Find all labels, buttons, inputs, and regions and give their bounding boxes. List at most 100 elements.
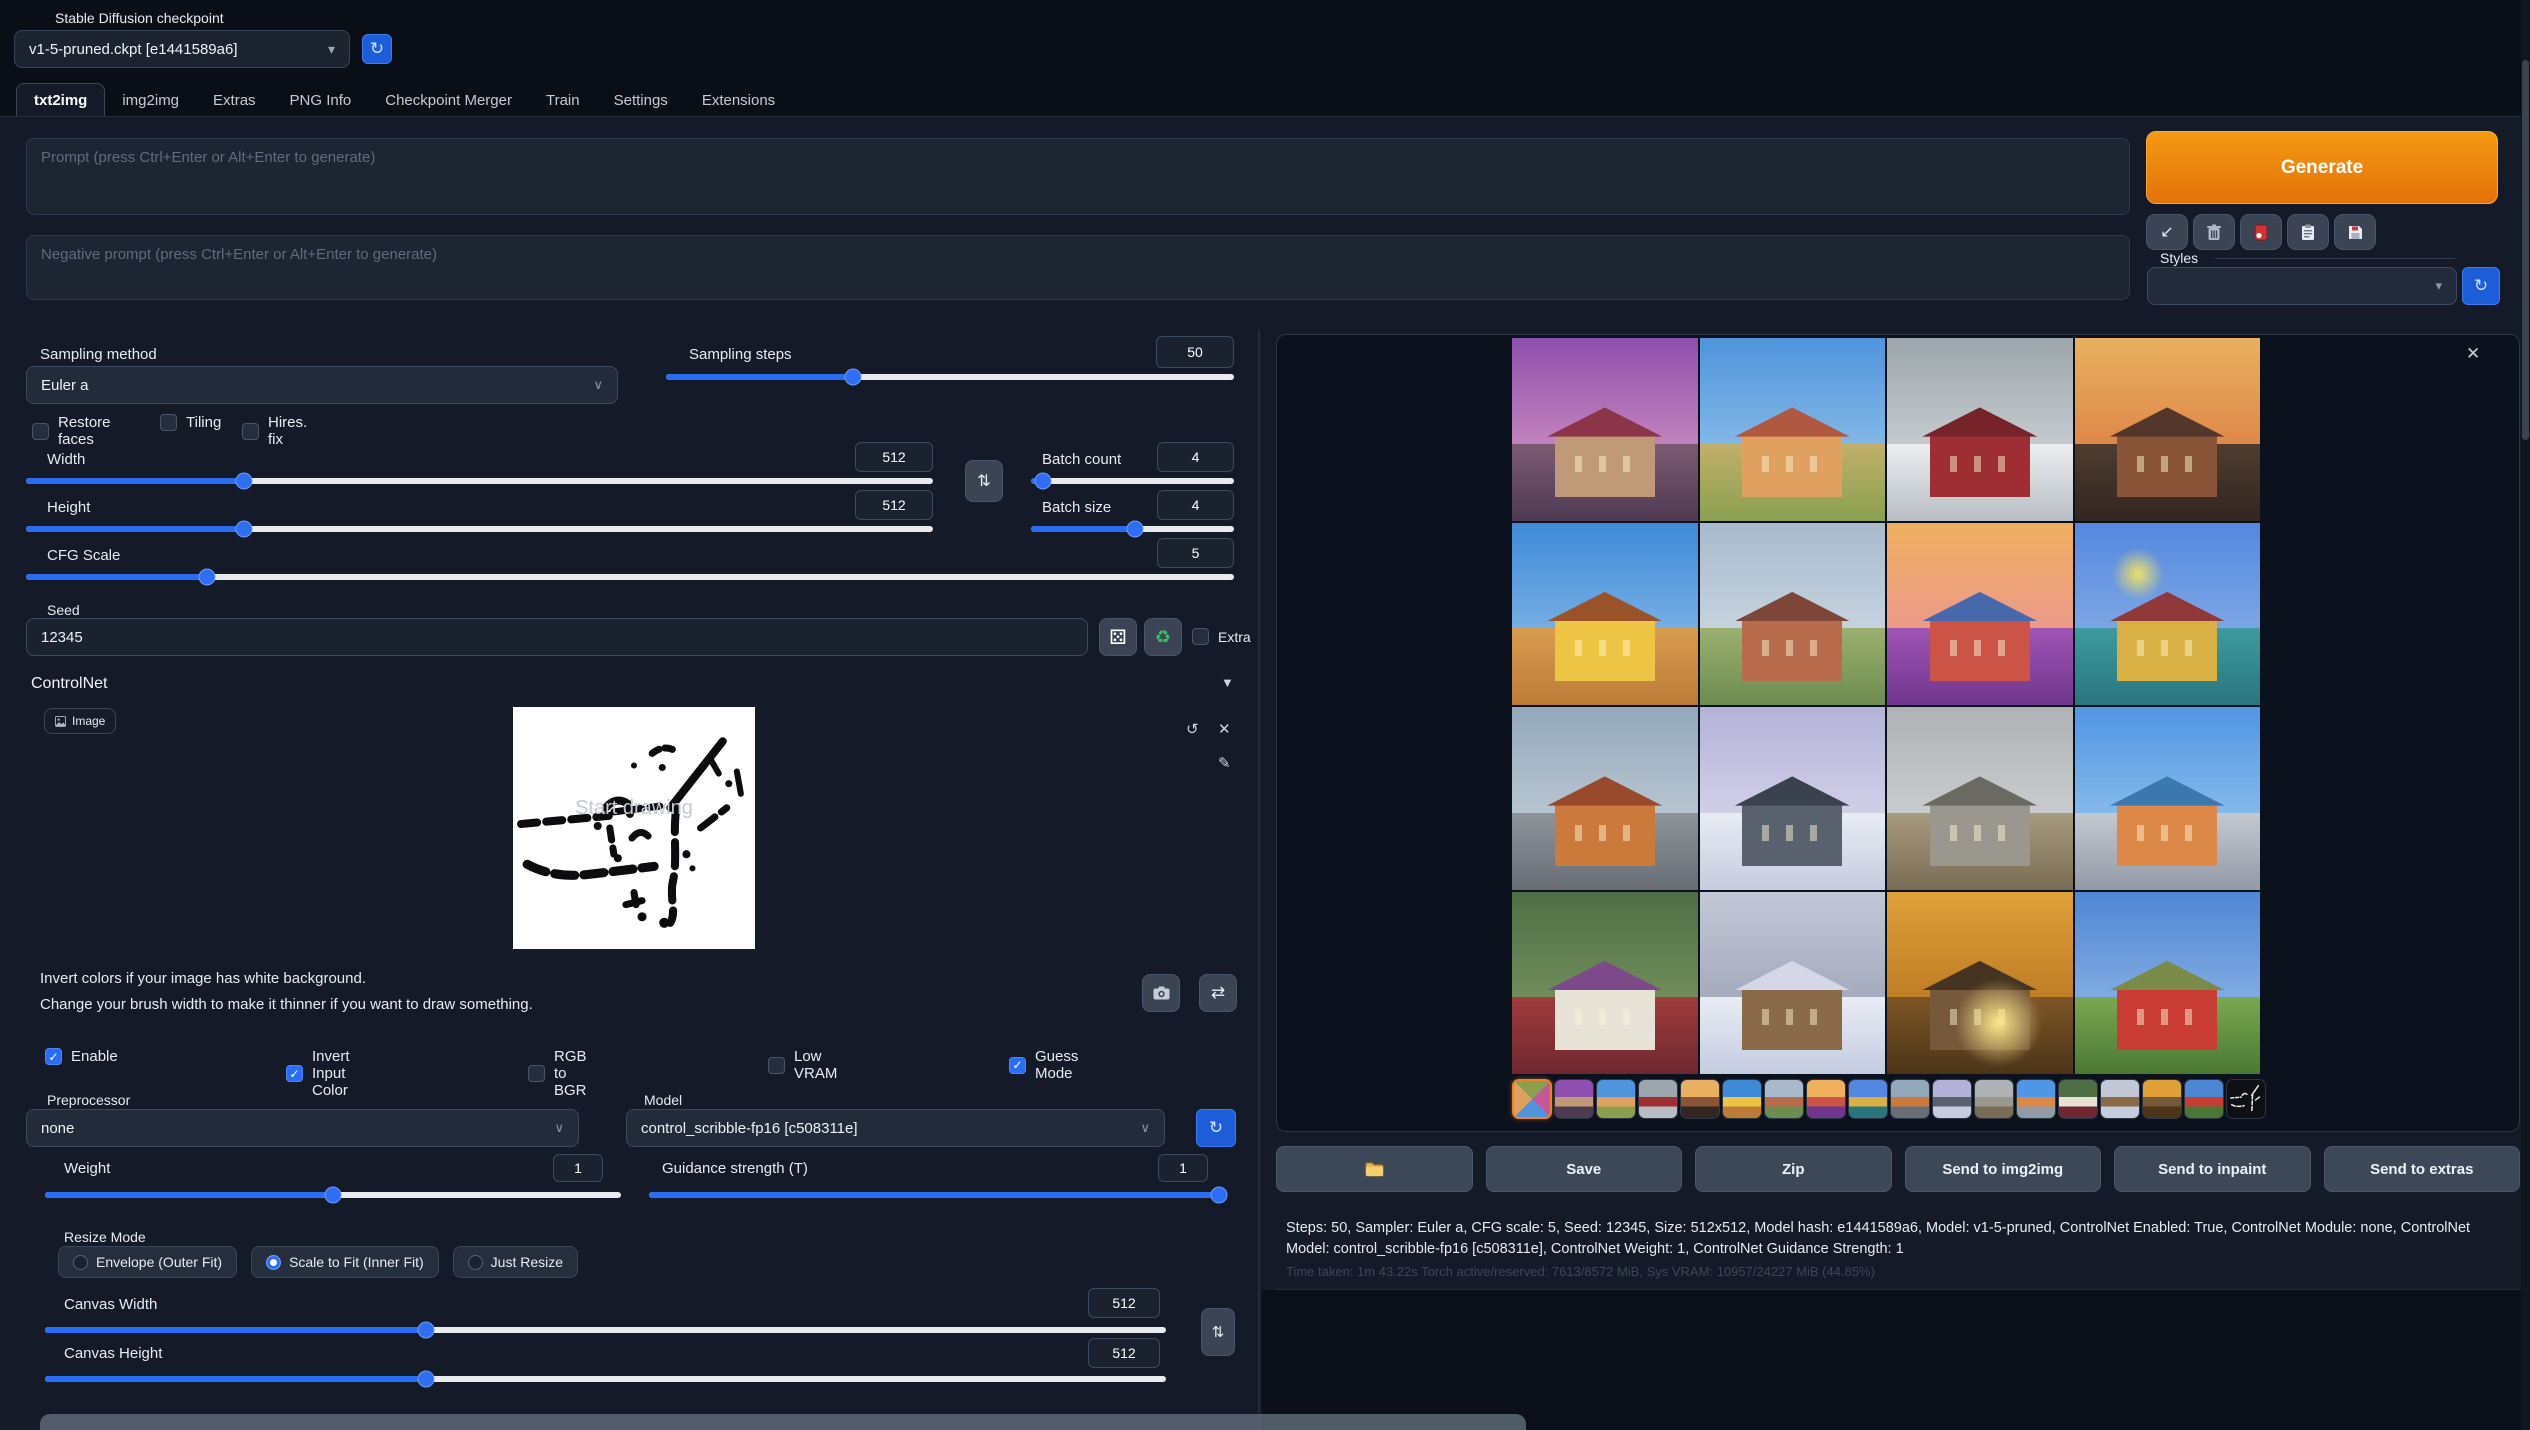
canvas-height-slider[interactable] (45, 1376, 1166, 1382)
controlnet-toggle-guess-mode[interactable]: ✓Guess Mode (1009, 1048, 1078, 1082)
sampling-steps-input[interactable]: 50 (1156, 336, 1234, 368)
thumbnail-image-14[interactable] (2100, 1079, 2140, 1119)
seed-input[interactable]: 12345 (26, 618, 1088, 656)
thumbnail-image-16[interactable] (2184, 1079, 2224, 1119)
send-to-inpaint-button[interactable]: Send to inpaint (2114, 1146, 2311, 1192)
checkpoint-refresh-button[interactable]: ↻ (362, 34, 392, 64)
height-input[interactable]: 512 (855, 490, 933, 520)
thumbnail-image-1[interactable] (1554, 1079, 1594, 1119)
height-slider[interactable] (26, 526, 933, 532)
resize-mode-option-scale-to-fit-inner-fit-[interactable]: Scale to Fit (Inner Fit) (251, 1246, 439, 1278)
width-slider[interactable] (26, 478, 933, 484)
prompt-input[interactable]: Prompt (press Ctrl+Enter or Alt+Enter to… (26, 138, 2130, 215)
thumbnail-image-11[interactable] (1974, 1079, 2014, 1119)
gallery-image[interactable] (1887, 338, 2073, 521)
send-to-extras-button[interactable]: Send to extras (2324, 1146, 2521, 1192)
checkbox[interactable]: ✓ (286, 1065, 303, 1082)
gallery-image[interactable] (1887, 707, 2073, 890)
thumbnail-image-3[interactable] (1638, 1079, 1678, 1119)
batch-count-input[interactable]: 4 (1157, 442, 1234, 472)
resize-mode-option-just-resize[interactable]: Just Resize (453, 1246, 578, 1278)
clear-prompt-button[interactable] (2193, 214, 2235, 250)
thumbnail-image-9[interactable] (1890, 1079, 1930, 1119)
gallery-image[interactable] (1700, 338, 1886, 521)
zip-button[interactable]: Zip (1695, 1146, 1892, 1192)
canvas-height-input[interactable]: 512 (1088, 1338, 1160, 1368)
send-to-img2img-button[interactable]: Send to img2img (1905, 1146, 2102, 1192)
model-dropdown[interactable]: control_scribble-fp16 [c508311e] ∨ (626, 1109, 1165, 1147)
cfg-scale-slider[interactable] (26, 574, 1234, 580)
checkbox[interactable] (528, 1065, 545, 1082)
controlnet-toggle-invert-input-color[interactable]: ✓Invert Input Color (286, 1048, 350, 1099)
thumbnail-image-8[interactable] (1848, 1079, 1888, 1119)
checkbox[interactable]: ✓ (45, 1048, 62, 1065)
seed-extra-toggle[interactable]: Extra (1192, 628, 1251, 645)
controlnet-toggle-rgb-to-bgr[interactable]: RGB to BGR (528, 1048, 587, 1099)
tab-checkpoint-merger[interactable]: Checkpoint Merger (368, 84, 529, 117)
tab-txt2img[interactable]: txt2img (16, 83, 105, 117)
batch-size-input[interactable]: 4 (1157, 490, 1234, 520)
tab-extensions[interactable]: Extensions (685, 84, 792, 117)
gallery-image[interactable] (1700, 707, 1886, 890)
resize-mode-option-envelope-outer-fit-[interactable]: Envelope (Outer Fit) (58, 1246, 237, 1278)
thumbnail-image-15[interactable] (2142, 1079, 2182, 1119)
radio-button[interactable] (468, 1255, 483, 1270)
toggle-restore-faces[interactable]: Restore faces (32, 414, 111, 448)
generate-button[interactable]: Generate (2146, 131, 2498, 204)
weight-input[interactable]: 1 (553, 1154, 603, 1182)
thumbnail-image-13[interactable] (2058, 1079, 2098, 1119)
thumbnail-image-5[interactable] (1722, 1079, 1762, 1119)
width-input[interactable]: 512 (855, 442, 933, 472)
tab-settings[interactable]: Settings (597, 84, 685, 117)
thumbnail-grid-view[interactable] (1512, 1079, 1552, 1119)
swap-canvas-dimensions-button[interactable]: ⇅ (1201, 1308, 1235, 1356)
swap-width-height-button[interactable]: ⇅ (965, 460, 1003, 502)
gallery-image[interactable] (2075, 892, 2261, 1075)
webcam-button[interactable] (1142, 974, 1180, 1012)
guidance-strength-input[interactable]: 1 (1158, 1154, 1208, 1182)
mirror-webcam-button[interactable]: ⇄ (1199, 974, 1237, 1012)
batch-count-slider[interactable] (1031, 478, 1234, 484)
gallery-image[interactable] (1887, 892, 2073, 1075)
gallery-image[interactable] (1512, 892, 1698, 1075)
thumbnail-image-7[interactable] (1806, 1079, 1846, 1119)
sampling-method-dropdown[interactable]: Euler a ∨ (26, 366, 618, 404)
thumbnail-image-12[interactable] (2016, 1079, 2056, 1119)
canvas-width-input[interactable]: 512 (1088, 1288, 1160, 1318)
batch-size-slider[interactable] (1031, 526, 1234, 532)
canvas-clear-button[interactable]: ✕ (1218, 720, 1231, 739)
checkbox[interactable] (160, 414, 177, 431)
canvas-width-slider[interactable] (45, 1327, 1166, 1333)
canvas-undo-button[interactable]: ↺ (1186, 720, 1199, 739)
guidance-strength-slider[interactable] (649, 1192, 1219, 1198)
preprocessor-dropdown[interactable]: none ∨ (26, 1109, 579, 1147)
gallery-image[interactable] (2075, 707, 2261, 890)
controlnet-image-tab[interactable]: Image (44, 708, 116, 734)
model-refresh-button[interactable]: ↻ (1196, 1109, 1236, 1147)
canvas-brush-button[interactable]: ✎ (1218, 754, 1231, 773)
radio-button[interactable] (73, 1255, 88, 1270)
page-scrollbar-thumb[interactable] (2522, 60, 2529, 440)
random-seed-button[interactable]: ⚄ (1099, 618, 1137, 656)
gallery-image[interactable] (2075, 523, 2261, 706)
checkbox[interactable]: ✓ (1009, 1057, 1026, 1074)
thumbnail-image-4[interactable] (1680, 1079, 1720, 1119)
styles-refresh-button[interactable]: ↻ (2462, 267, 2500, 305)
controlnet-toggle-enable[interactable]: ✓Enable (45, 1048, 118, 1065)
gallery-image[interactable] (1700, 892, 1886, 1075)
controlnet-drawing-canvas[interactable] (513, 707, 755, 949)
save-button[interactable]: Save (1486, 1146, 1683, 1192)
extra-checkbox[interactable] (1192, 628, 1209, 645)
tab-img2img[interactable]: img2img (105, 84, 196, 117)
thumbnail-image-6[interactable] (1764, 1079, 1804, 1119)
checkbox[interactable] (242, 423, 259, 440)
gallery-image[interactable] (1512, 523, 1698, 706)
toggle-hires-fix[interactable]: Hires. fix (242, 414, 307, 448)
controlnet-collapse-button[interactable]: ▼ (1221, 675, 1234, 690)
open-folder-button[interactable] (1276, 1146, 1473, 1192)
gallery-image[interactable] (1512, 707, 1698, 890)
negative-prompt-input[interactable]: Negative prompt (press Ctrl+Enter or Alt… (26, 235, 2130, 300)
panel-divider[interactable] (1258, 330, 1260, 1430)
reuse-prompt-button[interactable]: ↙ (2146, 214, 2188, 250)
extra-networks-button[interactable] (2240, 214, 2282, 250)
